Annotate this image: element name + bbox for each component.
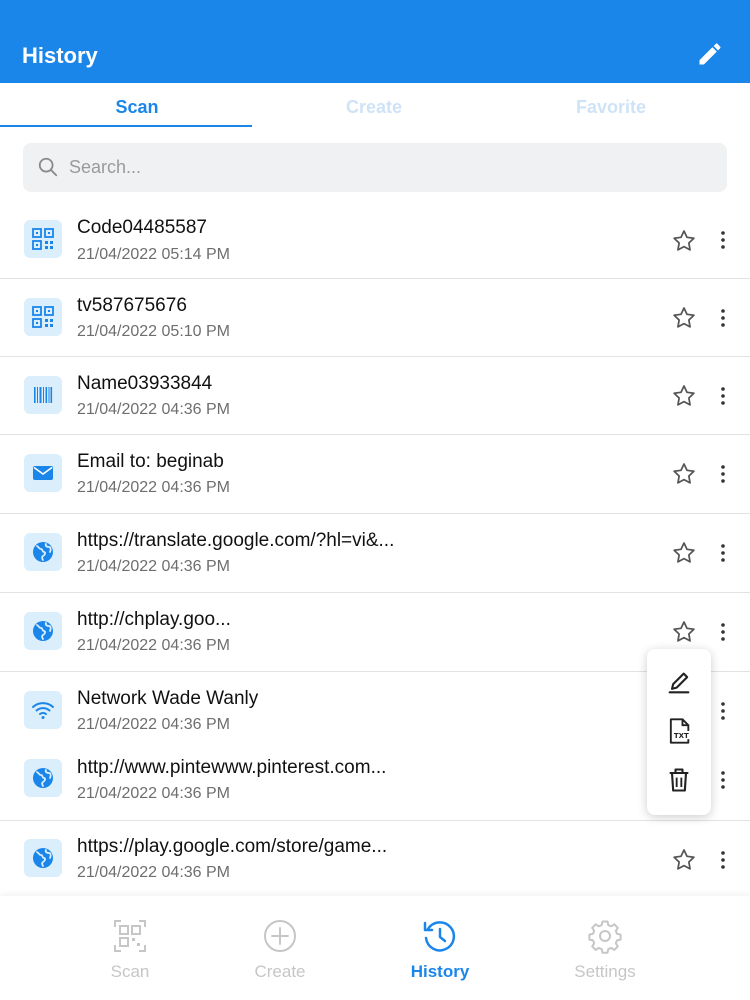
email-icon: [24, 454, 62, 492]
more-vertical-icon[interactable]: [714, 307, 732, 329]
star-icon[interactable]: [671, 305, 697, 331]
nav-label: Settings: [574, 962, 636, 981]
list-item[interactable]: https://translate.google.com/?hl=vi&... …: [0, 514, 750, 593]
item-date: 21/04/2022 04:36 PM: [77, 785, 231, 802]
list-item[interactable]: http://www.pintewww.pinterest.com... 21/…: [0, 747, 750, 821]
search-icon: [38, 157, 58, 177]
tab-bar: Scan Create Favorite: [0, 83, 750, 129]
star-icon[interactable]: [671, 228, 697, 254]
nav-settings[interactable]: Settings: [525, 896, 685, 1000]
txt-file-icon[interactable]: TXT: [665, 717, 693, 745]
more-vertical-icon[interactable]: [714, 849, 732, 871]
globe-icon: [24, 533, 62, 571]
barcode-icon: [24, 376, 62, 414]
active-tab-indicator: [0, 125, 252, 127]
globe-icon: [24, 612, 62, 650]
tab-create[interactable]: Create: [248, 97, 500, 118]
bottom-navigation: Scan Create History Settings: [0, 896, 750, 1000]
pencil-icon[interactable]: [696, 40, 724, 68]
nav-label: Scan: [110, 962, 150, 981]
more-vertical-icon[interactable]: [714, 463, 732, 485]
plus-circle-icon: [264, 920, 296, 952]
star-icon[interactable]: [671, 461, 697, 487]
more-vertical-icon[interactable]: [714, 542, 732, 564]
list-item[interactable]: https://play.google.com/store/game... 21…: [0, 821, 750, 895]
context-menu: TXT: [647, 649, 711, 815]
nav-label: Create: [254, 962, 306, 981]
item-title: Email to: beginab: [77, 451, 224, 472]
nav-label: History: [410, 962, 470, 981]
more-vertical-icon[interactable]: [714, 769, 732, 791]
star-icon[interactable]: [671, 847, 697, 873]
item-title: https://translate.google.com/?hl=vi&...: [77, 530, 395, 551]
page-title: History: [22, 43, 98, 68]
globe-icon: [24, 759, 62, 797]
star-icon[interactable]: [671, 383, 697, 409]
tab-scan[interactable]: Scan: [11, 97, 263, 118]
qr-code-icon: [24, 220, 62, 258]
app-header: History: [0, 0, 750, 83]
more-vertical-icon[interactable]: [714, 229, 732, 251]
item-title: https://play.google.com/store/game...: [77, 836, 388, 857]
item-title: tv587675676: [77, 295, 187, 316]
list-item[interactable]: tv587675676 21/04/2022 05:10 PM: [0, 279, 750, 357]
pencil-icon[interactable]: [665, 669, 693, 697]
item-date: 21/04/2022 05:10 PM: [77, 323, 231, 340]
nav-create[interactable]: Create: [200, 896, 360, 1000]
list-item[interactable]: Network Wade Wanly 21/04/2022 04:36 PM: [0, 672, 750, 747]
wifi-icon: [24, 691, 62, 729]
more-vertical-icon[interactable]: [714, 700, 732, 722]
item-date: 21/04/2022 04:36 PM: [77, 637, 231, 654]
nav-scan[interactable]: Scan: [50, 896, 210, 1000]
item-date: 21/04/2022 04:36 PM: [77, 864, 231, 881]
more-vertical-icon[interactable]: [714, 621, 732, 643]
list-item[interactable]: Email to: beginab 21/04/2022 04:36 PM: [0, 435, 750, 513]
list-item[interactable]: http://chplay.goo... 21/04/2022 04:36 PM: [0, 593, 750, 672]
item-date: 21/04/2022 04:36 PM: [77, 479, 231, 496]
tab-favorite[interactable]: Favorite: [485, 97, 737, 118]
list-item[interactable]: Name03933844 21/04/2022 04:36 PM: [0, 357, 750, 435]
search-input[interactable]: [69, 143, 709, 192]
qr-scan-icon: [114, 920, 146, 952]
search-bar: [23, 143, 727, 192]
item-date: 21/04/2022 04:36 PM: [77, 401, 231, 418]
star-icon[interactable]: [671, 540, 697, 566]
more-vertical-icon[interactable]: [714, 385, 732, 407]
item-title: http://chplay.goo...: [77, 609, 231, 630]
item-title: Network Wade Wanly: [77, 688, 259, 709]
trash-icon[interactable]: [665, 766, 693, 794]
item-date: 21/04/2022 05:14 PM: [77, 246, 231, 263]
qr-code-icon: [24, 298, 62, 336]
item-title: Code04485587: [77, 217, 207, 238]
nav-history[interactable]: History: [360, 896, 520, 1000]
gear-icon: [588, 920, 622, 954]
star-icon[interactable]: [671, 619, 697, 645]
item-date: 21/04/2022 04:36 PM: [77, 716, 231, 733]
item-title: Name03933844: [77, 373, 213, 394]
list-item[interactable]: Code04485587 21/04/2022 05:14 PM: [0, 200, 750, 279]
item-date: 21/04/2022 04:36 PM: [77, 558, 231, 575]
history-icon: [423, 921, 456, 952]
globe-icon: [24, 839, 62, 877]
svg-text:TXT: TXT: [674, 732, 689, 740]
item-title: http://www.pintewww.pinterest.com...: [77, 757, 387, 778]
